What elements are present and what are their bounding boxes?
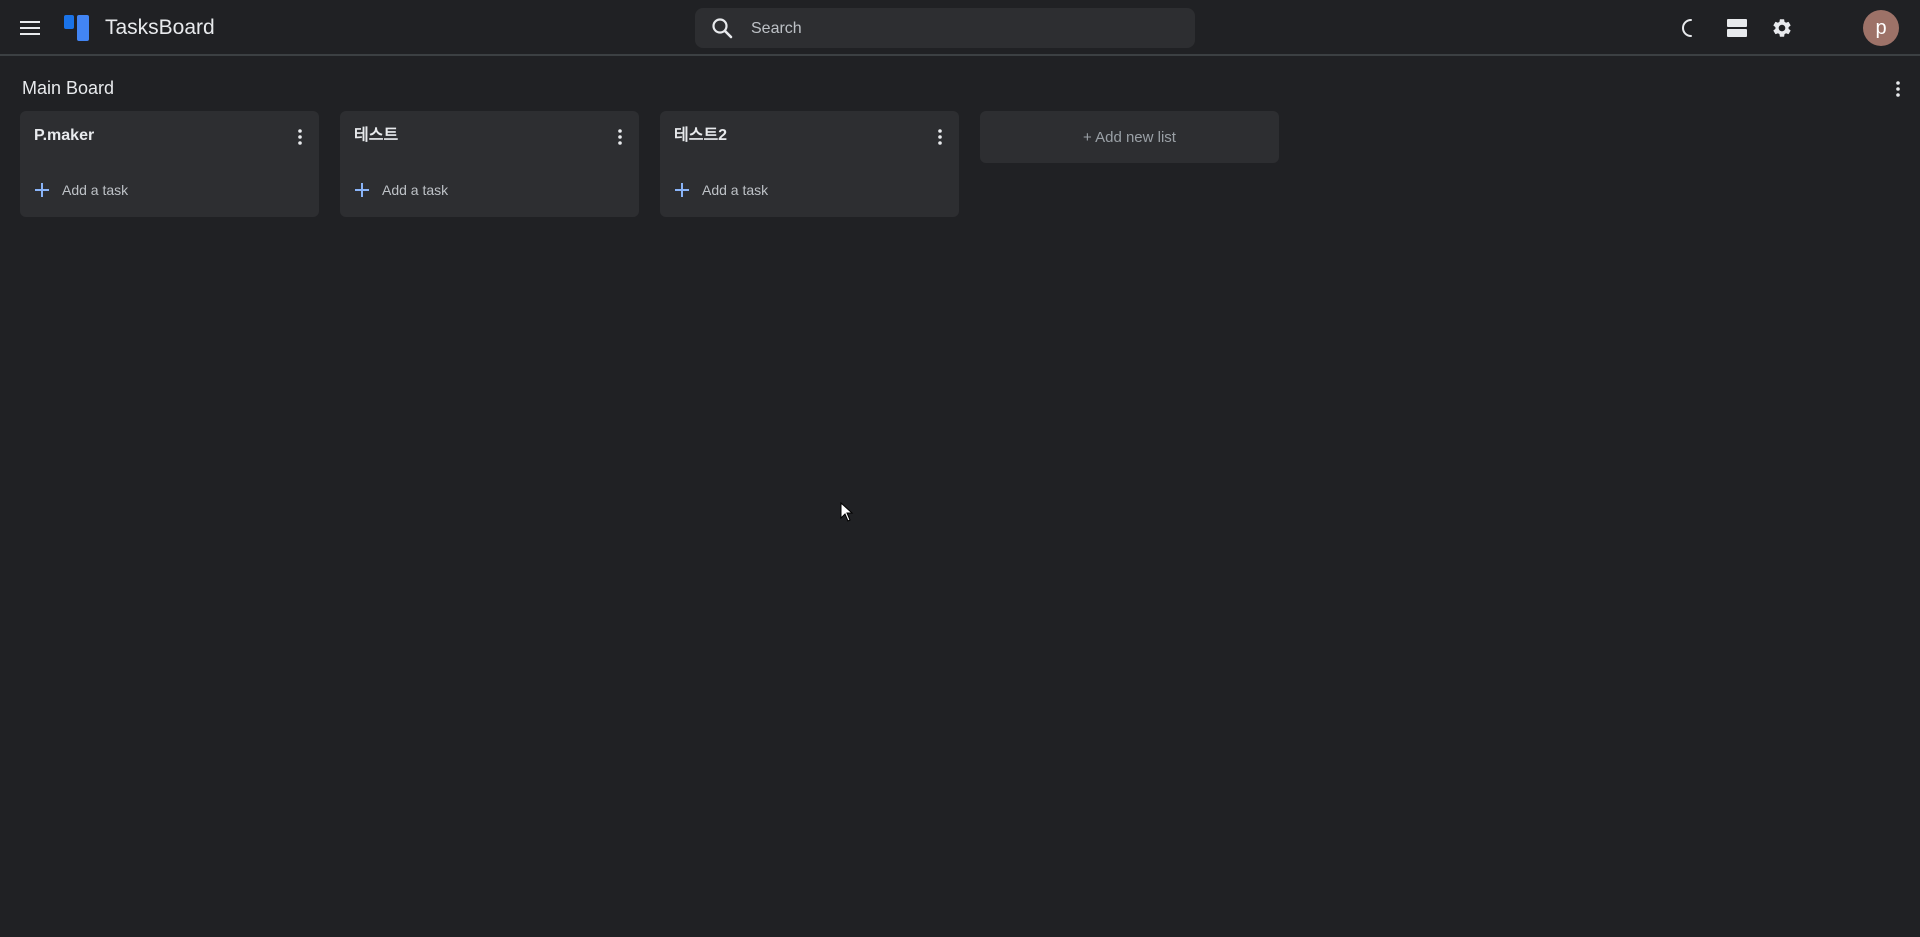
hamburger-menu-icon bbox=[20, 21, 40, 35]
search-icon bbox=[712, 18, 733, 39]
loading-spinner-icon bbox=[1682, 19, 1692, 37]
add-task-label: Add a task bbox=[702, 182, 769, 198]
list-more-button[interactable] bbox=[929, 125, 951, 149]
gear-icon bbox=[1773, 19, 1791, 37]
plus-icon bbox=[672, 180, 692, 200]
more-vertical-icon bbox=[618, 129, 622, 145]
task-list: 테스트 Add a task bbox=[340, 111, 639, 217]
add-task-label: Add a task bbox=[62, 182, 129, 198]
list-more-button[interactable] bbox=[289, 125, 311, 149]
mouse-cursor-icon bbox=[840, 502, 854, 522]
plus-icon bbox=[352, 180, 372, 200]
search-bar[interactable] bbox=[695, 8, 1195, 50]
app-title: TasksBoard bbox=[105, 16, 215, 39]
add-task-button[interactable]: Add a task bbox=[672, 177, 768, 203]
list-title[interactable]: P.maker bbox=[34, 125, 94, 147]
board-more-button[interactable] bbox=[1886, 76, 1910, 102]
hamburger-menu-button[interactable] bbox=[14, 14, 46, 42]
add-task-label: Add a task bbox=[382, 182, 449, 198]
more-vertical-icon bbox=[1896, 81, 1900, 97]
add-task-button[interactable]: Add a task bbox=[32, 177, 128, 203]
add-new-list-button[interactable]: + Add new list bbox=[980, 111, 1279, 163]
board-title: Main Board bbox=[22, 78, 115, 98]
more-vertical-icon bbox=[938, 129, 942, 145]
tasksboard-logo-icon bbox=[64, 15, 89, 41]
add-task-button[interactable]: Add a task bbox=[352, 177, 448, 203]
task-list: P.maker Add a task bbox=[20, 111, 319, 217]
top-bar: TasksBoard p bbox=[0, 0, 1920, 56]
view-toggle-icon bbox=[1727, 19, 1747, 37]
view-toggle-button[interactable] bbox=[1723, 14, 1751, 42]
search-input[interactable] bbox=[749, 8, 1183, 50]
settings-button[interactable] bbox=[1768, 14, 1796, 42]
list-more-button[interactable] bbox=[609, 125, 631, 149]
loading-spinner-button[interactable] bbox=[1677, 14, 1705, 42]
list-title[interactable]: 테스트 bbox=[354, 125, 398, 147]
avatar[interactable]: p bbox=[1863, 10, 1899, 46]
plus-icon bbox=[32, 180, 52, 200]
task-list: 테스트2 Add a task bbox=[660, 111, 959, 217]
list-title[interactable]: 테스트2 bbox=[674, 125, 727, 147]
more-vertical-icon bbox=[298, 129, 302, 145]
